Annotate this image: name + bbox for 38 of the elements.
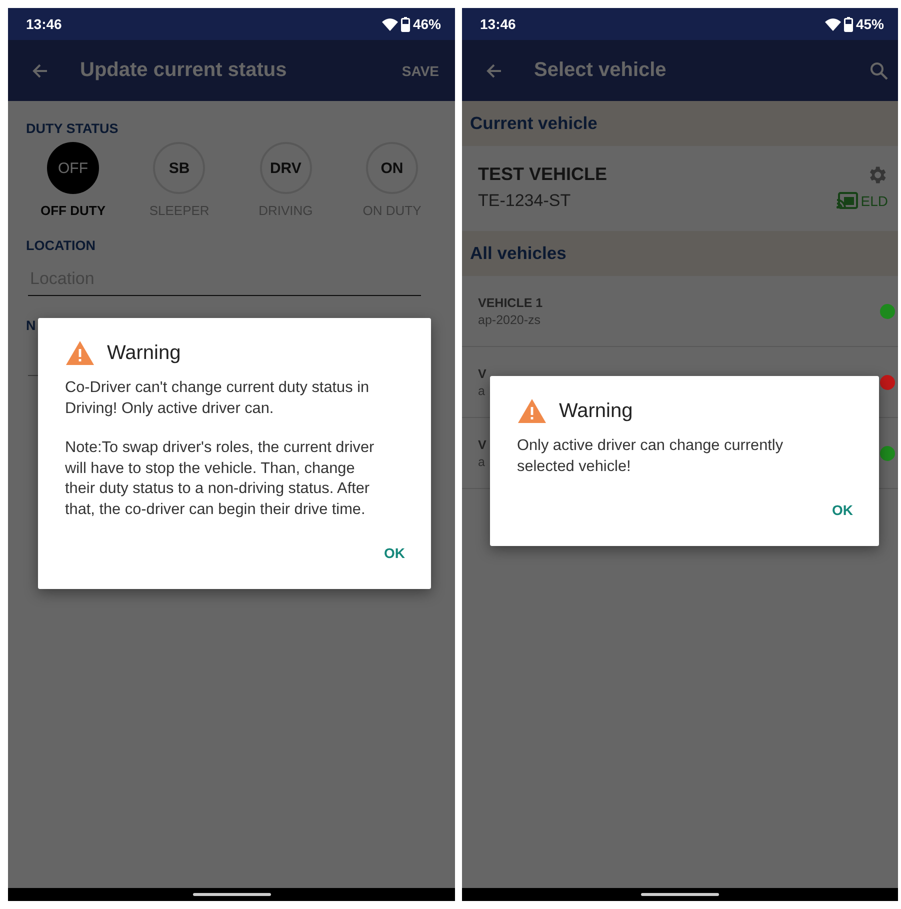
- duty-status-button[interactable]: DRV: [260, 142, 312, 194]
- warning-icon: [517, 398, 547, 424]
- dialog-message: Only active driver can change currently selected vehicle!: [517, 436, 784, 476]
- wifi-icon: [824, 18, 841, 30]
- section-label: DUTY STATUS: [26, 121, 120, 136]
- vehicle-name[interactable]: V: [478, 438, 486, 452]
- battery-icon: [400, 16, 410, 32]
- battery-percent: 45%: [856, 16, 884, 32]
- status-time: 13:46: [26, 16, 62, 32]
- wifi-icon: [382, 18, 398, 30]
- status-time: 13:46: [480, 16, 516, 32]
- vehicle-name[interactable]: VEHICLE 1: [478, 296, 543, 310]
- section-header: All vehicles: [462, 231, 898, 276]
- screen-title: Update current status: [80, 59, 288, 82]
- section-label: LOCATION: [26, 238, 96, 253]
- cast-icon: [836, 192, 858, 210]
- dialog-title: Warning: [107, 342, 181, 364]
- duty-status-button[interactable]: SB: [153, 142, 206, 194]
- vehicle-plate: TE-1234-ST: [478, 191, 572, 211]
- vehicle-name[interactable]: V: [478, 366, 486, 380]
- eld-label: ELD: [860, 193, 888, 209]
- dialog-message: Co-Driver can't change current duty status in Driving! Only active driver can.: [65, 378, 370, 418]
- section-label: N: [26, 318, 37, 333]
- vehicle-name: TEST VEHICLE: [478, 164, 608, 185]
- battery-percent: 46%: [412, 16, 441, 32]
- duty-status-label: OFF DUTY: [40, 203, 106, 218]
- ok-button[interactable]: OK: [374, 539, 415, 567]
- warning-icon: [65, 340, 95, 366]
- duty-status-button[interactable]: OFF: [47, 142, 99, 194]
- battery-icon: [844, 16, 853, 32]
- ok-button[interactable]: OK: [822, 496, 863, 524]
- section-header: Current vehicle: [462, 101, 898, 146]
- dialog-message: Note:To swap driver's roles, the current driver will have to stop the vehicle. Than, change their duty status to a non-driving status. After that, the co-driver can begin their drive time.: [65, 438, 376, 520]
- search-icon[interactable]: [870, 62, 888, 80]
- duty-status-button[interactable]: ON: [366, 142, 418, 194]
- save-button[interactable]: SAVE: [396, 62, 445, 80]
- dialog-title: Warning: [559, 400, 633, 422]
- screen-title: Select vehicle: [534, 59, 668, 82]
